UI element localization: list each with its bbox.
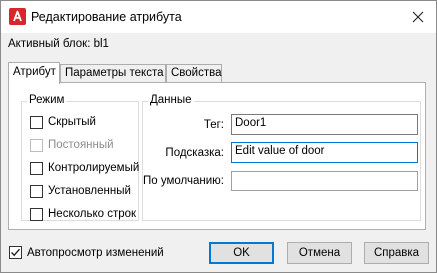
title-bar[interactable]: Редактирование атрибута <box>1 1 436 33</box>
help-button[interactable]: Справка <box>364 242 429 264</box>
default-label: По умолчанию: <box>143 175 224 187</box>
preset-checkbox-label: Установленный <box>48 185 131 197</box>
verify-checkbox[interactable]: Контролируемый <box>30 160 139 176</box>
tab-properties-label: Свойства <box>171 67 222 79</box>
tab-text-options-label: Параметры текста <box>65 67 164 79</box>
data-group-title: Данные <box>148 94 194 106</box>
tag-input[interactable]: Door1 <box>231 114 418 135</box>
hidden-checkbox[interactable]: Скрытый <box>30 114 96 130</box>
auto-preview-checkbox[interactable]: Автопросмотр изменений <box>9 246 164 259</box>
autocad-icon <box>9 8 26 25</box>
default-input[interactable] <box>231 171 418 191</box>
attribute-panel: Режим Скрытый Постоянный Контролируемый … <box>8 82 426 230</box>
mode-group: Режим Скрытый Постоянный Контролируемый … <box>21 94 139 222</box>
data-group: Данные Тег: Door1 Подсказка: Edit value … <box>142 94 421 221</box>
checkmark-icon <box>11 248 21 257</box>
tag-label: Тег: <box>203 119 224 131</box>
cancel-button[interactable]: Отмена <box>287 242 352 264</box>
tab-attribute-label: Атрибут <box>13 66 56 78</box>
multiline-checkbox-label: Несколько строк <box>48 208 137 220</box>
checkbox-box <box>30 207 43 221</box>
hidden-checkbox-label: Скрытый <box>48 116 96 128</box>
checkbox-box <box>30 161 43 175</box>
edit-attribute-dialog: Редактирование атрибута Активный блок: b… <box>0 0 437 273</box>
checkbox-box <box>30 184 43 198</box>
close-button[interactable] <box>406 5 430 29</box>
tab-text-options[interactable]: Параметры текста <box>60 64 166 83</box>
tab-properties[interactable]: Свойства <box>166 64 222 83</box>
prompt-input[interactable]: Edit value of door <box>231 142 418 163</box>
close-icon <box>412 11 424 23</box>
verify-checkbox-label: Контролируемый <box>48 162 140 174</box>
checkbox-box <box>30 115 43 129</box>
checkbox-box <box>9 246 22 259</box>
ok-button[interactable]: OK <box>209 242 274 264</box>
constant-checkbox[interactable]: Постоянный <box>30 137 114 153</box>
preset-checkbox[interactable]: Установленный <box>30 183 131 199</box>
prompt-label: Подсказка: <box>165 147 224 159</box>
tab-attribute[interactable]: Атрибут <box>8 62 60 84</box>
checkbox-box <box>30 138 43 152</box>
auto-preview-label: Автопросмотр изменений <box>27 246 164 259</box>
dialog-title: Редактирование атрибута <box>31 10 182 24</box>
constant-checkbox-label: Постоянный <box>48 139 114 151</box>
multiline-checkbox[interactable]: Несколько строк <box>30 206 136 222</box>
mode-group-title: Режим <box>27 94 67 106</box>
active-block-label: Активный блок: bl1 <box>8 38 109 50</box>
